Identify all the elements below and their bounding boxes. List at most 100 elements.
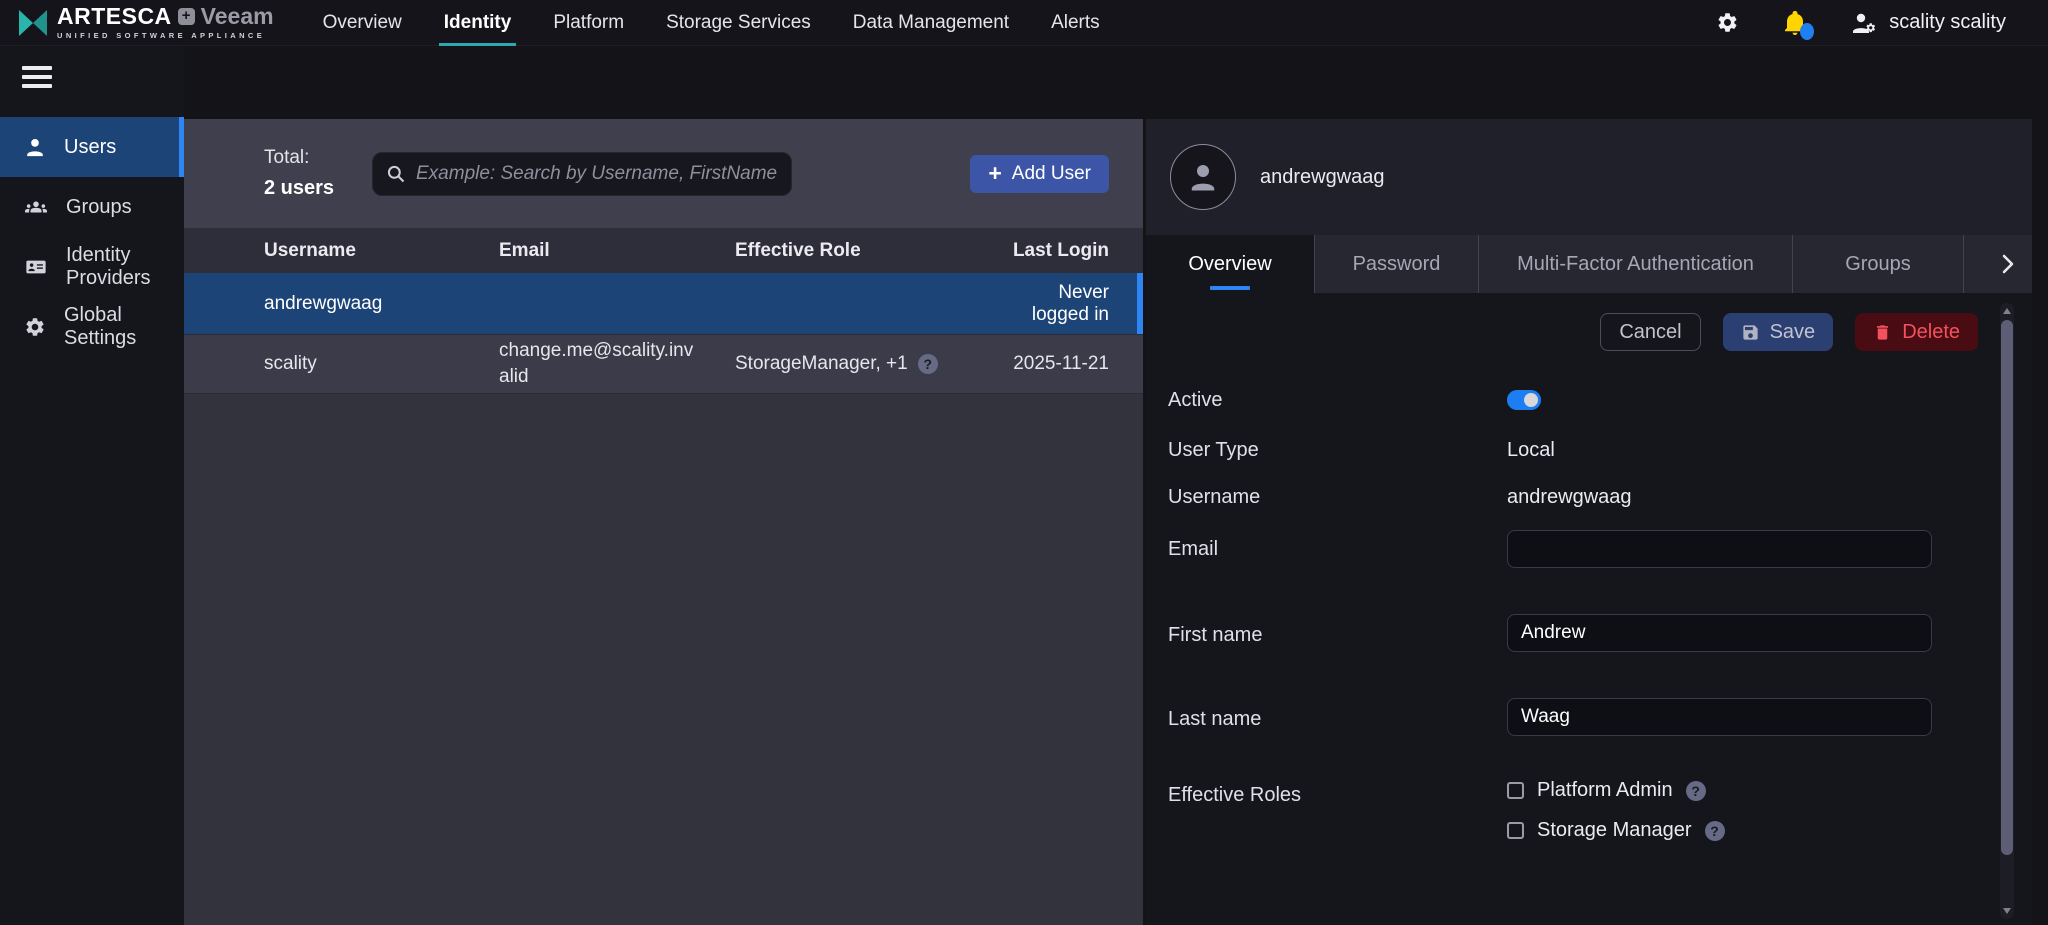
username-label: Username bbox=[1168, 486, 1260, 508]
cell-username: andrewgwaag bbox=[264, 293, 499, 315]
cell-username: scality bbox=[264, 353, 499, 375]
user-gear-icon bbox=[1851, 11, 1877, 35]
user-menu-label: scality scality bbox=[1889, 11, 2006, 34]
brand-text: ARTESCA + Veeam UNIFIED SOFTWARE APPLIAN… bbox=[57, 5, 274, 40]
table-row-andrewgwaag[interactable]: andrewgwaag Never logged in bbox=[184, 273, 1143, 334]
veeam-plus-badge-icon: + bbox=[178, 8, 195, 25]
role-storage-manager: Storage Manager ? bbox=[1507, 819, 1725, 842]
nav-tab-data-management[interactable]: Data Management bbox=[832, 0, 1030, 46]
tab-groups[interactable]: Groups bbox=[1792, 235, 1963, 293]
search-icon bbox=[386, 164, 406, 184]
detail-title: andrewgwaag bbox=[1260, 166, 1385, 189]
id-card-icon bbox=[24, 256, 48, 278]
users-table-header: Username Email Effective Role Last Login bbox=[184, 228, 1143, 273]
scroll-up-icon[interactable] bbox=[2003, 308, 2011, 314]
first-name-label: First name bbox=[1168, 624, 1262, 646]
nav-right: scality scality bbox=[1716, 10, 2048, 36]
user-detail-header: andrewgwaag bbox=[1146, 119, 2032, 235]
page: ARTESCA + Veeam UNIFIED SOFTWARE APPLIAN… bbox=[0, 0, 2048, 925]
artesca-logo-icon bbox=[18, 10, 48, 36]
detail-tabs: Overview Password Multi-Factor Authentic… bbox=[1146, 235, 2032, 293]
settings-gear-icon[interactable] bbox=[1716, 11, 1739, 34]
cancel-label: Cancel bbox=[1619, 321, 1681, 344]
storage-manager-checkbox[interactable] bbox=[1507, 822, 1524, 839]
sidebar-collapse-button[interactable] bbox=[22, 66, 52, 88]
brand-logo[interactable]: ARTESCA + Veeam UNIFIED SOFTWARE APPLIAN… bbox=[0, 5, 274, 40]
plus-icon: + bbox=[988, 163, 1001, 183]
delete-button[interactable]: Delete bbox=[1855, 313, 1978, 351]
cell-email: change.me@scality.invalid bbox=[499, 338, 735, 389]
delete-trash-icon bbox=[1873, 323, 1892, 342]
sidebar-item-global-settings[interactable]: Global Settings bbox=[0, 297, 184, 357]
add-user-label: Add User bbox=[1012, 163, 1091, 185]
total-value: 2 users bbox=[264, 177, 346, 200]
sidebar-item-users[interactable]: Users bbox=[0, 117, 184, 177]
storage-manager-help-icon[interactable]: ? bbox=[1705, 821, 1725, 841]
avatar-person-icon bbox=[1185, 159, 1221, 195]
user-detail-panel: andrewgwaag Overview Password Multi-Fact… bbox=[1146, 119, 2032, 925]
user-menu[interactable]: scality scality bbox=[1851, 11, 2006, 35]
email-field[interactable] bbox=[1507, 530, 1932, 568]
tabs-scroll-right-icon[interactable] bbox=[2000, 253, 2016, 275]
last-name-field[interactable] bbox=[1507, 698, 1932, 736]
main-nav: Overview Identity Platform Storage Servi… bbox=[302, 0, 1121, 46]
user-type-label: User Type bbox=[1168, 439, 1259, 461]
sidebar-item-label: Identity Providers bbox=[66, 244, 184, 290]
sidebar-item-identity-providers[interactable]: Identity Providers bbox=[0, 237, 184, 297]
table-empty-area bbox=[184, 394, 1143, 925]
scroll-down-icon[interactable] bbox=[2003, 908, 2011, 914]
role-help-icon[interactable]: ? bbox=[918, 354, 938, 374]
user-detail-form: Cancel Save Delete Active User Type Loca… bbox=[1146, 293, 2032, 925]
role-label: Storage Manager bbox=[1537, 819, 1692, 842]
brand-tagline: UNIFIED SOFTWARE APPLIANCE bbox=[57, 31, 274, 40]
role-label: Platform Admin bbox=[1537, 779, 1673, 802]
sidebar-item-label: Groups bbox=[66, 196, 132, 219]
nav-tab-alerts[interactable]: Alerts bbox=[1030, 0, 1121, 46]
sidebar-nav: Users Groups Identity Providers Global S… bbox=[0, 117, 184, 357]
gear-icon bbox=[24, 316, 46, 338]
nav-tab-identity[interactable]: Identity bbox=[423, 0, 533, 46]
column-header-username[interactable]: Username bbox=[264, 240, 499, 262]
save-button[interactable]: Save bbox=[1723, 313, 1834, 351]
sidebar-item-groups[interactable]: Groups bbox=[0, 177, 184, 237]
active-toggle[interactable] bbox=[1507, 390, 1541, 410]
users-list-panel: Total: 2 users + Add User Username Email… bbox=[184, 119, 1143, 925]
platform-admin-checkbox[interactable] bbox=[1507, 782, 1524, 799]
tabs-overflow bbox=[1963, 235, 2032, 293]
username-value: andrewgwaag bbox=[1507, 486, 1632, 508]
column-header-effective-role[interactable]: Effective Role bbox=[735, 240, 1011, 262]
top-nav: ARTESCA + Veeam UNIFIED SOFTWARE APPLIAN… bbox=[0, 0, 2048, 46]
user-icon bbox=[24, 136, 46, 158]
tab-overview[interactable]: Overview bbox=[1146, 235, 1314, 293]
user-type-value: Local bbox=[1507, 439, 1555, 461]
save-label: Save bbox=[1770, 321, 1816, 344]
groups-icon bbox=[24, 196, 48, 218]
notifications-bell-icon[interactable] bbox=[1783, 10, 1807, 36]
nav-tab-storage-services[interactable]: Storage Services bbox=[645, 0, 832, 46]
total-label: Total: bbox=[264, 147, 346, 169]
effective-roles-label: Effective Roles bbox=[1168, 784, 1301, 806]
last-name-label: Last name bbox=[1168, 708, 1261, 730]
scrollbar[interactable] bbox=[2000, 303, 2014, 919]
table-row-scality[interactable]: scality change.me@scality.invalid Storag… bbox=[184, 334, 1143, 394]
user-search[interactable] bbox=[372, 152, 792, 196]
nav-tab-overview[interactable]: Overview bbox=[302, 0, 423, 46]
cancel-button[interactable]: Cancel bbox=[1600, 313, 1700, 351]
email-label: Email bbox=[1168, 538, 1218, 560]
active-label: Active bbox=[1168, 389, 1222, 411]
delete-label: Delete bbox=[1902, 321, 1960, 344]
search-input[interactable] bbox=[416, 163, 778, 185]
first-name-field[interactable] bbox=[1507, 614, 1932, 652]
cell-last-login: 2025-11-21 bbox=[1011, 353, 1109, 375]
column-header-email[interactable]: Email bbox=[499, 240, 735, 262]
add-user-button[interactable]: + Add User bbox=[970, 155, 1109, 193]
column-header-last-login[interactable]: Last Login bbox=[1011, 240, 1109, 262]
nav-tab-platform[interactable]: Platform bbox=[532, 0, 645, 46]
tab-multi-factor-authentication[interactable]: Multi-Factor Authentication bbox=[1478, 235, 1792, 293]
cell-effective-role: StorageManager, +1 ? bbox=[735, 353, 1011, 375]
users-total: Total: 2 users bbox=[264, 147, 346, 200]
platform-admin-help-icon[interactable]: ? bbox=[1686, 781, 1706, 801]
role-platform-admin: Platform Admin ? bbox=[1507, 779, 1706, 802]
scrollbar-thumb[interactable] bbox=[2001, 320, 2013, 855]
tab-password[interactable]: Password bbox=[1314, 235, 1478, 293]
